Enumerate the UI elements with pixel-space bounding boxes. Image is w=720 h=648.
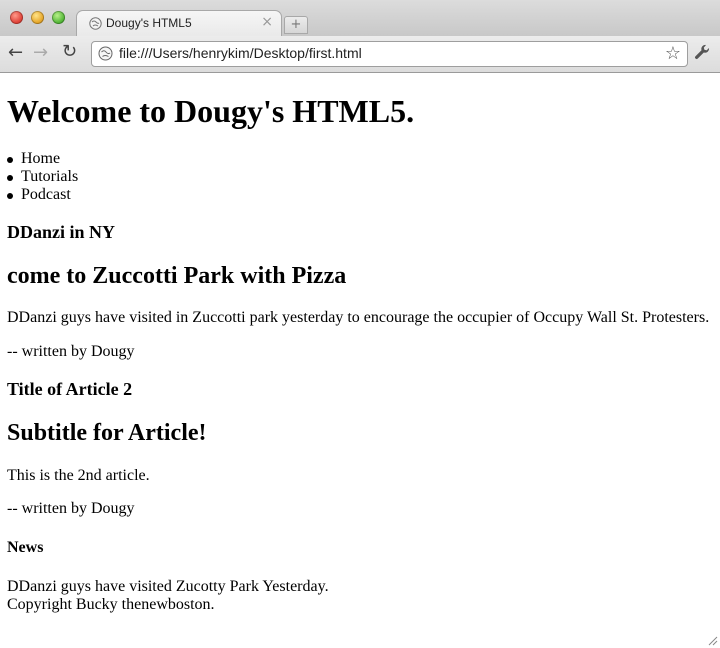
bookmark-star-icon[interactable]: ☆ — [665, 43, 681, 64]
article1-title: DDanzi in NY — [7, 222, 116, 242]
article1-byline: -- written by Dougy — [7, 343, 135, 360]
address-bar[interactable]: file:///Users/henrykim/Desktop/first.htm… — [91, 41, 688, 67]
article2-body: This is the 2nd article. — [7, 467, 150, 484]
footer-copyright: Copyright Bucky thenewboston. — [7, 596, 215, 613]
article2-title: Title of Article 2 — [7, 379, 133, 399]
reload-button[interactable]: ↻ — [62, 41, 77, 62]
wrench-icon[interactable] — [693, 43, 711, 61]
tab-strip: Dougy's HTML5 × + — [0, 0, 720, 37]
page-icon — [98, 46, 113, 61]
window-maximize-button[interactable] — [52, 11, 65, 24]
nav-item-tutorials[interactable]: Tutorials — [0, 168, 78, 186]
forward-button[interactable]: → — [33, 42, 48, 63]
aside-title: News — [7, 539, 44, 556]
tab-title: Dougy's HTML5 — [106, 16, 192, 30]
back-button[interactable]: ← — [8, 42, 23, 63]
globe-icon — [89, 17, 102, 30]
page-content: Welcome to Dougy's HTML5. Home Tutorials… — [0, 73, 720, 648]
url-text[interactable]: file:///Users/henrykim/Desktop/first.htm… — [119, 45, 362, 61]
nav-item-podcast[interactable]: Podcast — [0, 186, 78, 204]
article2-subtitle: Subtitle for Article! — [7, 420, 207, 446]
new-tab-button[interactable]: + — [284, 16, 308, 34]
window-close-button[interactable] — [10, 11, 23, 24]
page-heading: Welcome to Dougy's HTML5. — [7, 93, 415, 129]
browser-chrome: Dougy's HTML5 × + ← → ↻ file:///Users/he… — [0, 0, 720, 73]
article1-body: DDanzi guys have visited in Zuccotti par… — [7, 309, 710, 326]
article2-byline: -- written by Dougy — [7, 500, 135, 517]
resize-grip-icon[interactable] — [708, 636, 718, 646]
tab-active[interactable]: Dougy's HTML5 × — [76, 10, 282, 37]
article1-subtitle: come to Zuccotti Park with Pizza — [7, 263, 347, 289]
nav-list: Home Tutorials Podcast — [0, 150, 78, 204]
aside-body: DDanzi guys have visited Zucotty Park Ye… — [7, 578, 329, 595]
tab-close-icon[interactable]: × — [261, 14, 273, 30]
nav-item-home[interactable]: Home — [0, 150, 78, 168]
toolbar: ← → ↻ file:///Users/henrykim/Desktop/fir… — [0, 36, 720, 72]
window-minimize-button[interactable] — [31, 11, 44, 24]
